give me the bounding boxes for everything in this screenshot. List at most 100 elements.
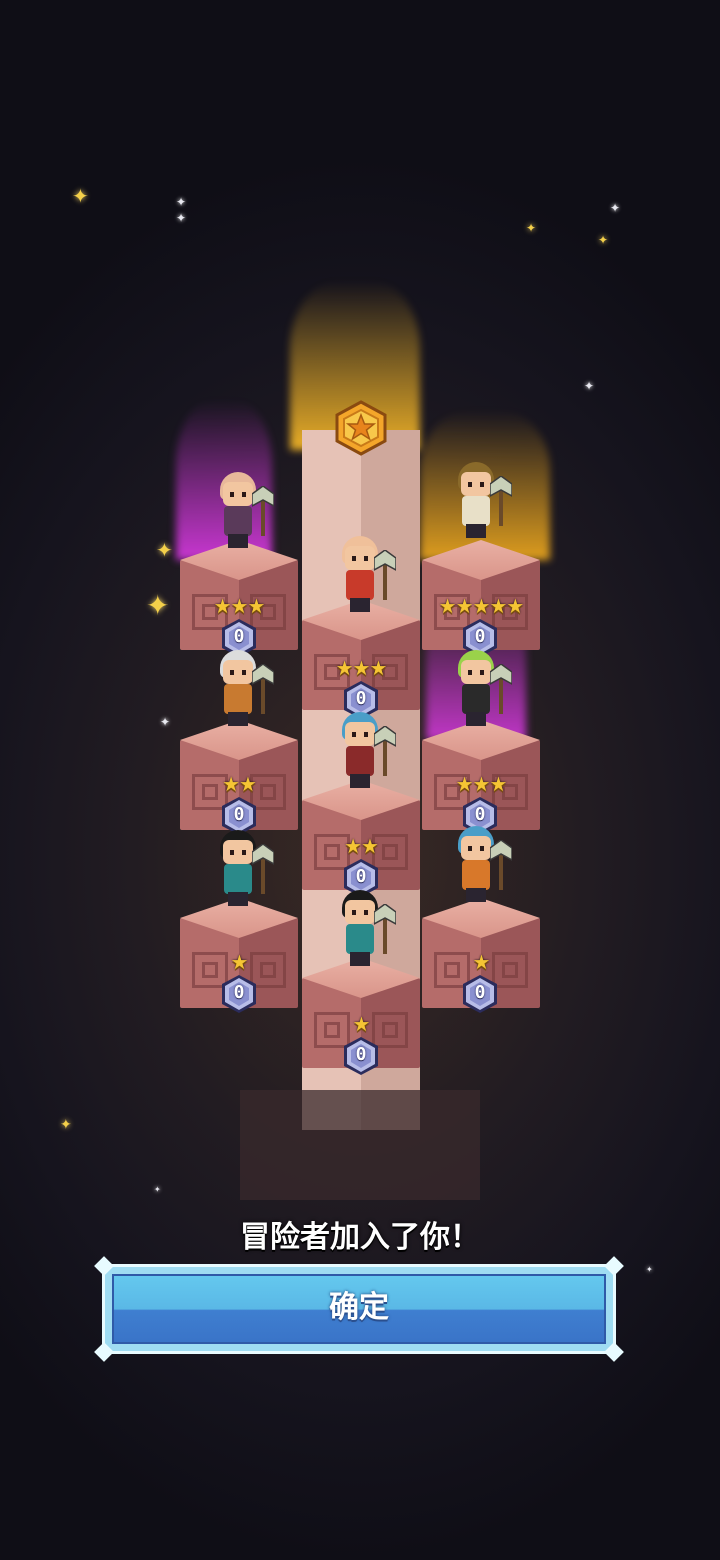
hero-face (345, 546, 375, 570)
hero-eye (242, 670, 246, 675)
confirm-button[interactable]: 确定 (94, 1256, 624, 1362)
hero-eye (480, 670, 484, 675)
hero-blue-mace (446, 826, 512, 906)
hero-legs (228, 892, 248, 906)
star-rating: ★★★★★ (438, 594, 525, 618)
hero-eye (352, 556, 356, 561)
level-badge-icon: 0 (342, 1036, 380, 1076)
hero-body (346, 570, 374, 600)
weapon-icon (374, 550, 396, 600)
hero-body (346, 924, 374, 954)
hero-silver-axe (208, 650, 274, 730)
sparkle-icon: ✦ (154, 1185, 161, 1194)
star-rating: ★★★ (455, 772, 508, 796)
star-rating: ★★★ (335, 656, 388, 680)
sparkle-icon: ✦ (176, 195, 187, 209)
hero-body (224, 506, 252, 536)
hero-eye (230, 492, 234, 497)
hero-body (224, 684, 252, 714)
hero-black-sword (330, 890, 396, 970)
level-value: 0 (474, 804, 486, 825)
recruit-message: 冒险者加入了你！ (240, 1220, 480, 1255)
weapon-icon (374, 904, 396, 954)
hero-face (461, 836, 491, 860)
hero-eye (480, 482, 484, 487)
star-rating: ★★ (222, 772, 257, 796)
hero-body (224, 864, 252, 894)
hero-eye (480, 846, 484, 851)
hero-bald-axe (208, 472, 274, 552)
weapon-icon (374, 726, 396, 776)
hero-legs (466, 888, 486, 902)
hero-face (461, 472, 491, 496)
hero-body (462, 496, 490, 526)
hero-eye (352, 910, 356, 915)
confirm-button-label: 确定 (329, 1290, 389, 1325)
sparkle-icon: ✦ (146, 589, 170, 622)
hero-legs (466, 524, 486, 538)
hero-body (462, 860, 490, 890)
hero-blue-axe (330, 712, 396, 792)
star-rating: ★ (230, 950, 249, 974)
star-rating: ★★ (344, 834, 379, 858)
pillar-base (240, 1090, 480, 1200)
weapon-icon (252, 486, 274, 536)
weapon-icon (252, 844, 274, 894)
hero-legs (350, 952, 370, 966)
star-rating: ★ (352, 1012, 371, 1036)
level-badge-icon: 0 (220, 974, 258, 1014)
level-badge-icon: 0 (461, 974, 499, 1014)
level-value: 0 (233, 626, 245, 647)
hero-body (346, 746, 374, 776)
sparkle-icon: ✦ (646, 1265, 653, 1274)
hero-eye (242, 492, 246, 497)
level-value: 0 (355, 1044, 367, 1065)
hero-legs (228, 534, 248, 548)
hero-face (345, 900, 375, 924)
sparkle-icon: ✦ (160, 715, 171, 729)
hero-eye (364, 732, 368, 737)
level-value: 0 (355, 866, 367, 887)
level-value: 0 (474, 626, 486, 647)
level-value: 0 (355, 688, 367, 709)
hero-legs (466, 712, 486, 726)
hero-bald-hammer (330, 536, 396, 616)
hero-eye (352, 732, 356, 737)
weapon-icon (490, 476, 512, 526)
star-medal-icon (334, 400, 388, 456)
hero-legs (228, 712, 248, 726)
recruit-result-scene: ✦ ✦ ✦ ✦ ✦ ✦ ✦ ✦ ✦ ✦ ✦ ✦ ✦ ★★★ 0 ★★★ 0 ★★★★★ 0… (0, 0, 720, 1560)
hero-black-bow (208, 830, 274, 910)
sparkle-icon: ✦ (72, 184, 89, 208)
sparkle-icon: ✦ (610, 201, 621, 215)
sparkle-icon: ✦ (598, 233, 609, 247)
hero-eye (230, 850, 234, 855)
hero-green-axe (446, 650, 512, 730)
hero-eye (242, 850, 246, 855)
hero-eye (364, 910, 368, 915)
hero-eye (230, 670, 234, 675)
hero-face (223, 840, 253, 864)
hero-legs (350, 774, 370, 788)
level-value: 0 (233, 804, 245, 825)
sparkle-icon: ✦ (176, 211, 187, 225)
sparkle-icon: ✦ (584, 379, 595, 393)
sparkle-icon: ✦ (60, 1117, 72, 1133)
hero-eye (364, 556, 368, 561)
hero-eye (468, 482, 472, 487)
star-rating: ★★★ (213, 594, 266, 618)
hero-eye (468, 846, 472, 851)
hero-face (223, 660, 253, 684)
level-value: 0 (233, 982, 245, 1003)
hero-flower-staff (446, 462, 512, 542)
hero-eye (468, 670, 472, 675)
hero-face (461, 660, 491, 684)
hero-legs (350, 598, 370, 612)
weapon-icon (252, 664, 274, 714)
sparkle-icon: ✦ (156, 538, 173, 562)
hero-face (223, 482, 253, 506)
level-value: 0 (474, 982, 486, 1003)
weapon-icon (490, 664, 512, 714)
weapon-icon (490, 840, 512, 890)
sparkle-icon: ✦ (526, 221, 537, 235)
